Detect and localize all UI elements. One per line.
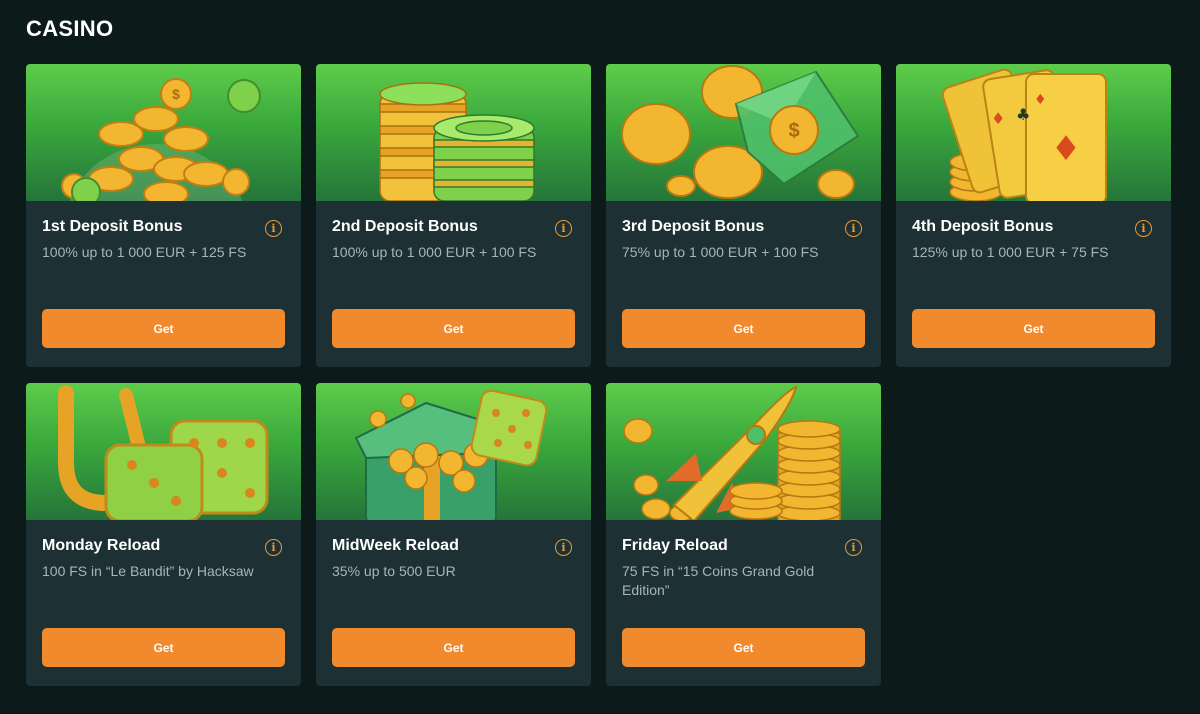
card-title: 1st Deposit Bonus bbox=[42, 218, 183, 235]
get-button[interactable]: Get bbox=[912, 309, 1155, 348]
card-description: 125% up to 1 000 EUR + 75 FS bbox=[912, 244, 1109, 260]
card-title: 2nd Deposit Bonus bbox=[332, 218, 478, 235]
bonus-card-friday-reload: Friday Reload 75 FS in “15 Coins Grand G… bbox=[606, 383, 881, 686]
info-icon[interactable]: i bbox=[1135, 220, 1152, 237]
bonus-card-monday-reload: Monday Reload 100 FS in “Le Bandit” by H… bbox=[26, 383, 301, 686]
svg-text:♦: ♦ bbox=[1051, 129, 1081, 169]
card-title: 4th Deposit Bonus bbox=[912, 218, 1054, 235]
card-description: 75 FS in “15 Coins Grand Gold Edition” bbox=[622, 563, 815, 598]
get-button[interactable]: Get bbox=[332, 309, 575, 348]
info-icon[interactable]: i bbox=[845, 220, 862, 237]
get-button[interactable]: Get bbox=[622, 628, 865, 667]
bonus-card-midweek-reload: MidWeek Reload 35% up to 500 EUR i Get bbox=[316, 383, 591, 686]
card-title: Friday Reload bbox=[622, 537, 728, 554]
bonus-card-2nd-deposit: 2nd Deposit Bonus 100% up to 1 000 EUR +… bbox=[316, 64, 591, 367]
svg-text:♦: ♦ bbox=[1034, 92, 1047, 108]
info-icon[interactable]: i bbox=[555, 539, 572, 556]
rocket-coins-illustration bbox=[606, 383, 881, 520]
card-title: 3rd Deposit Bonus bbox=[622, 218, 765, 235]
bonus-card-4th-deposit: ♦ ♣ ♦ ♦ 4th Deposit Bonus 125% up to 1 0… bbox=[896, 64, 1171, 367]
get-button[interactable]: Get bbox=[622, 309, 865, 348]
gem-coins-illustration: $ bbox=[606, 64, 881, 201]
card-title: Monday Reload bbox=[42, 537, 161, 554]
section-title: CASINO bbox=[26, 16, 114, 41]
chip-stacks-illustration bbox=[316, 64, 591, 201]
info-icon[interactable]: i bbox=[265, 539, 282, 556]
gift-box-dice-illustration bbox=[316, 383, 591, 520]
bonus-grid: $ 1st Deposit Bonus 100% up to 1 000 EUR… bbox=[26, 64, 1172, 686]
get-button[interactable]: Get bbox=[42, 309, 285, 348]
info-icon[interactable]: i bbox=[555, 220, 572, 237]
info-icon[interactable]: i bbox=[265, 220, 282, 237]
coins-jar-illustration: $ bbox=[26, 64, 301, 201]
playing-cards-illustration: ♦ ♣ ♦ ♦ bbox=[896, 64, 1171, 201]
card-description: 100% up to 1 000 EUR + 100 FS bbox=[332, 244, 537, 260]
bonus-card-1st-deposit: $ 1st Deposit Bonus 100% up to 1 000 EUR… bbox=[26, 64, 301, 367]
get-button[interactable]: Get bbox=[42, 628, 285, 667]
get-button[interactable]: Get bbox=[332, 628, 575, 667]
horseshoe-dice-illustration bbox=[26, 383, 301, 520]
svg-text:♦: ♦ bbox=[991, 109, 1005, 128]
card-title: MidWeek Reload bbox=[332, 537, 459, 554]
card-description: 100 FS in “Le Bandit” by Hacksaw bbox=[42, 563, 254, 579]
svg-text:$: $ bbox=[788, 120, 799, 142]
svg-text:♣: ♣ bbox=[1016, 105, 1030, 124]
svg-text:$: $ bbox=[172, 86, 180, 102]
bonus-card-3rd-deposit: $ 3rd Deposit Bonus 75% up to 1 000 EUR … bbox=[606, 64, 881, 367]
card-description: 35% up to 500 EUR bbox=[332, 563, 456, 579]
card-description: 75% up to 1 000 EUR + 100 FS bbox=[622, 244, 819, 260]
info-icon[interactable]: i bbox=[845, 539, 862, 556]
card-description: 100% up to 1 000 EUR + 125 FS bbox=[42, 244, 247, 260]
